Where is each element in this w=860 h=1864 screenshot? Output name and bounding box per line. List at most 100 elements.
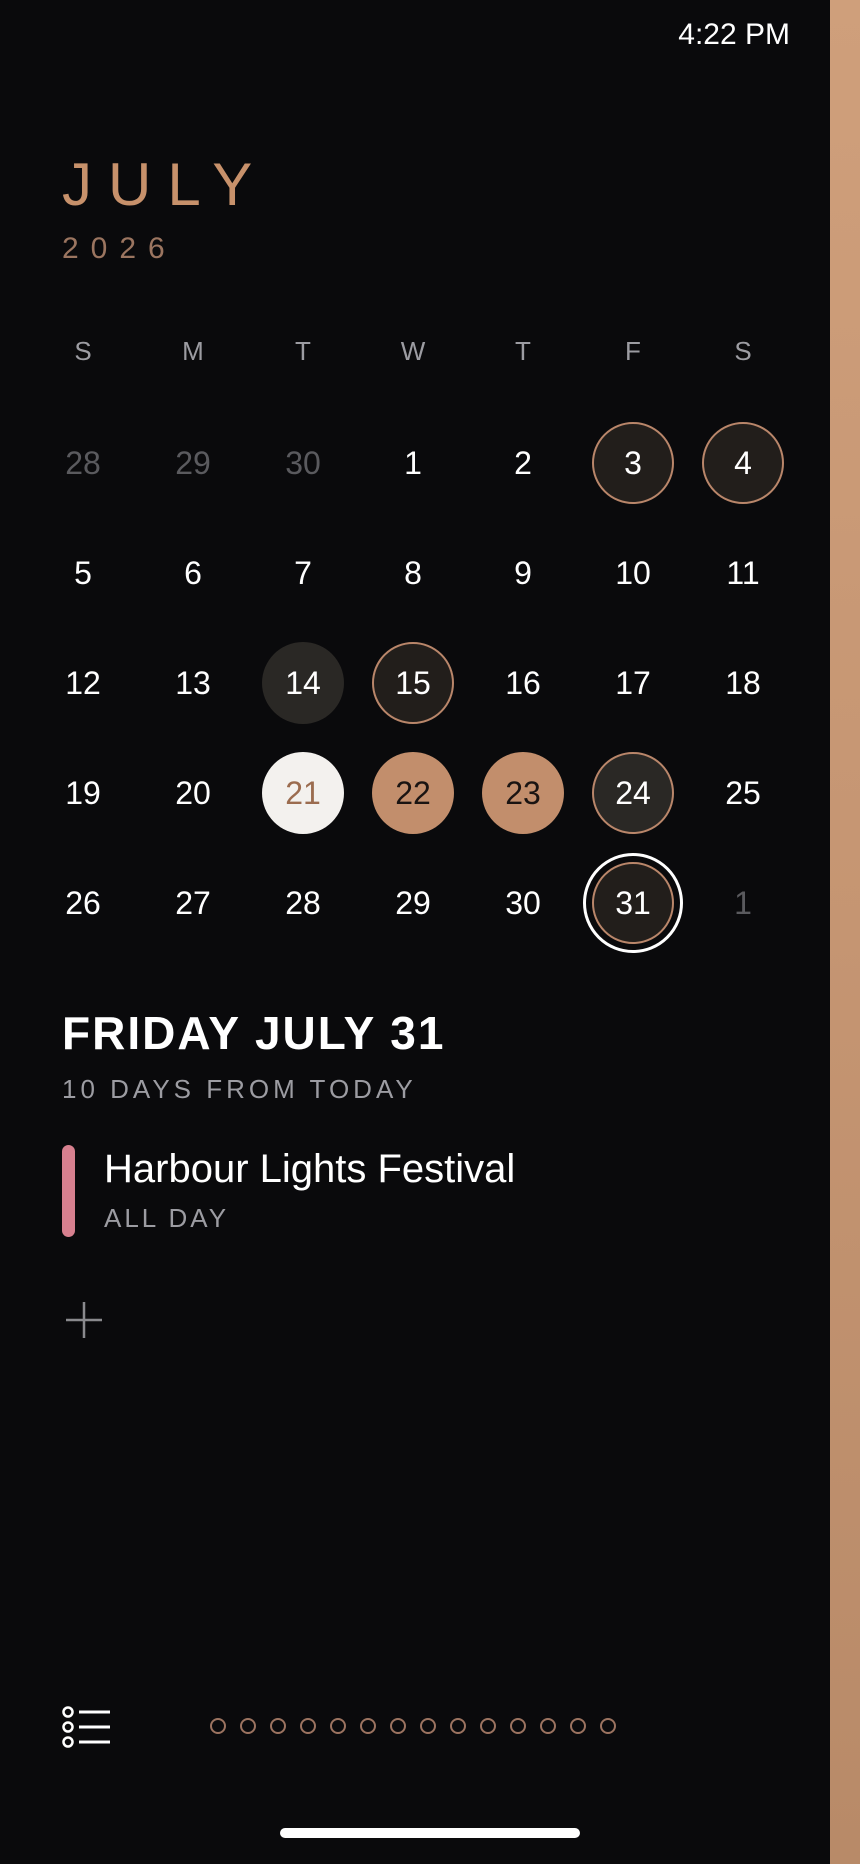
- calendar-day[interactable]: 28: [248, 848, 358, 958]
- day-number: 30: [505, 884, 541, 921]
- calendar-day[interactable]: 29: [138, 408, 248, 518]
- calendar-day[interactable]: 1: [358, 408, 468, 518]
- weekday-header: S M T W T F S: [28, 336, 793, 376]
- calendar-day[interactable]: 20: [138, 738, 248, 848]
- day-number: 24: [615, 774, 651, 811]
- day-number: 8: [404, 554, 422, 591]
- day-number: 4: [734, 444, 752, 481]
- calendar-day[interactable]: 17: [578, 628, 688, 738]
- page-dot[interactable]: [360, 1718, 376, 1734]
- plus-icon[interactable]: [64, 1300, 104, 1340]
- calendar-day[interactable]: 7: [248, 518, 358, 628]
- day-number: 22: [395, 774, 431, 811]
- day-number: 17: [615, 664, 651, 701]
- calendar-day[interactable]: 8: [358, 518, 468, 628]
- weekday-label: W: [400, 336, 426, 366]
- calendar-day[interactable]: 11: [688, 518, 798, 628]
- page-dot[interactable]: [540, 1718, 556, 1734]
- day-number: 15: [395, 664, 431, 701]
- calendar-day[interactable]: 24: [578, 738, 688, 848]
- event-color-bar: [62, 1145, 75, 1237]
- calendar-day[interactable]: 10: [578, 518, 688, 628]
- day-number: 26: [65, 884, 101, 921]
- selected-day-subheading: 10 DAYS FROM TODAY: [62, 1074, 417, 1104]
- calendar-day[interactable]: 25: [688, 738, 798, 848]
- day-number: 23: [505, 774, 541, 811]
- calendar-day[interactable]: 2: [468, 408, 578, 518]
- calendar-day[interactable]: 30: [468, 848, 578, 958]
- selected-day-heading: FRIDAY JULY 31: [62, 1007, 446, 1059]
- calendar-day[interactable]: 6: [138, 518, 248, 628]
- calendar-day[interactable]: 29: [358, 848, 468, 958]
- day-number: 3: [624, 444, 642, 481]
- calendar-day[interactable]: 3: [578, 408, 688, 518]
- page-dot[interactable]: [390, 1718, 406, 1734]
- day-number: 25: [725, 774, 761, 811]
- event-title: Harbour Lights Festival: [104, 1147, 516, 1191]
- status-time: 4:22 PM: [678, 18, 790, 51]
- page-dot[interactable]: [210, 1718, 226, 1734]
- day-number: 11: [726, 554, 760, 591]
- month-title: JULY: [62, 151, 269, 218]
- weekday-label: M: [182, 336, 204, 366]
- day-number: 27: [175, 884, 211, 921]
- page-dot[interactable]: [570, 1718, 586, 1734]
- year-title: 2026: [62, 232, 177, 265]
- calendar-day[interactable]: 13: [138, 628, 248, 738]
- day-number: 6: [184, 554, 202, 591]
- calendar-day[interactable]: 12: [28, 628, 138, 738]
- calendar-day[interactable]: 21: [248, 738, 358, 848]
- day-number: 18: [725, 664, 761, 701]
- weekday-label: S: [734, 336, 752, 366]
- day-number: 19: [65, 774, 101, 811]
- page-dot[interactable]: [450, 1718, 466, 1734]
- page-dot[interactable]: [510, 1718, 526, 1734]
- weekday-label: T: [295, 336, 311, 366]
- calendar-day[interactable]: 22: [358, 738, 468, 848]
- calendar-day[interactable]: 23: [468, 738, 578, 848]
- day-number: 28: [285, 884, 321, 921]
- calendar-day[interactable]: 15: [358, 628, 468, 738]
- day-number: 13: [175, 664, 211, 701]
- page-dot[interactable]: [300, 1718, 316, 1734]
- calendar-day[interactable]: 9: [468, 518, 578, 628]
- list-icon[interactable]: [62, 1706, 112, 1748]
- day-number: 1: [404, 444, 422, 481]
- calendar-day[interactable]: 1: [688, 848, 798, 958]
- day-number: 2: [514, 444, 532, 481]
- day-number: 9: [514, 554, 532, 591]
- calendar-day[interactable]: 18: [688, 628, 798, 738]
- calendar-day[interactable]: 30: [248, 408, 358, 518]
- page-dot[interactable]: [420, 1718, 436, 1734]
- page-dot[interactable]: [480, 1718, 496, 1734]
- day-number: 29: [175, 444, 211, 481]
- day-number: 30: [285, 444, 321, 481]
- calendar-day[interactable]: 16: [468, 628, 578, 738]
- page-dot[interactable]: [330, 1718, 346, 1734]
- day-number: 28: [65, 444, 101, 481]
- day-number: 29: [395, 884, 431, 921]
- calendar-day[interactable]: 14: [248, 628, 358, 738]
- side-panel-edge[interactable]: [830, 0, 860, 1864]
- calendar-day[interactable]: 28: [28, 408, 138, 518]
- calendar-day[interactable]: 5: [28, 518, 138, 628]
- calendar-day[interactable]: 31: [578, 848, 688, 958]
- event-item[interactable]: Harbour Lights Festival ALL DAY: [62, 1143, 762, 1238]
- event-time: ALL DAY: [104, 1203, 230, 1233]
- day-number: 5: [74, 554, 92, 591]
- weekday-label: S: [74, 336, 92, 366]
- weekday-label: F: [625, 336, 641, 366]
- weekday-label: T: [515, 336, 531, 366]
- page-dot[interactable]: [600, 1718, 616, 1734]
- calendar-day[interactable]: 26: [28, 848, 138, 958]
- home-indicator[interactable]: [280, 1828, 580, 1838]
- day-number: 14: [285, 664, 321, 701]
- calendar-day[interactable]: 27: [138, 848, 248, 958]
- day-number: 21: [285, 774, 321, 811]
- calendar-grid: 28 29 30 1 2 3 4 5 6 7 8 9 10 11 12 13 14 15 16 17 18 19 20 21 2…: [28, 408, 798, 968]
- day-number: 31: [615, 884, 651, 921]
- calendar-day[interactable]: 19: [28, 738, 138, 848]
- page-dot[interactable]: [240, 1718, 256, 1734]
- calendar-day[interactable]: 4: [688, 408, 798, 518]
- page-dot[interactable]: [270, 1718, 286, 1734]
